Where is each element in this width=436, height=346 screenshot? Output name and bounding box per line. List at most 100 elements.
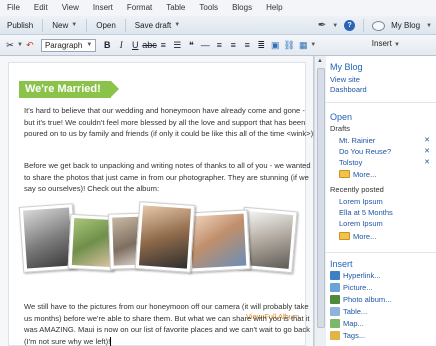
blog-selector[interactable]: My Blog [391,21,420,30]
open-button[interactable]: Open [89,17,123,34]
folder-icon [339,232,350,240]
insert-picture-icon[interactable]: ▣ [268,40,282,51]
delete-draft-icon[interactable]: ✕ [424,147,430,155]
save-draft-label: Save draft [134,20,172,30]
scroll-up-icon[interactable]: ▲ [317,58,323,64]
main-toolbar: Publish New ▼ Open Save draft ▼ ✒ ▼ ? My B… [0,16,436,35]
sidebar-divider [326,102,436,103]
menu-format[interactable]: Format [120,0,159,16]
sidebar-open-heading: Open [330,112,353,122]
toolbar-divider [124,18,126,32]
view-site-link[interactable]: View site [330,75,360,84]
chevron-down-icon[interactable]: ▼ [332,23,338,29]
bold-icon[interactable]: B [100,40,114,50]
editor-pane: We're Married! It's hard to believe that… [0,56,315,346]
hyperlink-icon [330,271,340,280]
cut-icon[interactable]: ✂ [3,40,17,51]
drafts-label: Drafts [330,124,351,133]
menu-help[interactable]: Help [259,0,289,16]
chevron-down-icon[interactable]: ▼ [310,42,316,48]
menu-file[interactable]: File [0,0,27,16]
draft-item-2[interactable]: Do You Reuse? [339,147,391,156]
menu-bar: File Edit View Insert Format Table Tools… [0,0,436,16]
recently-posted-label: Recently posted [330,185,384,194]
menu-insert[interactable]: Insert [86,0,120,16]
chevron-down-icon: ▼ [71,22,78,28]
map-icon [330,319,340,328]
insert-table-icon[interactable]: ▦ [296,40,310,51]
delete-draft-icon[interactable]: ✕ [424,158,430,166]
delete-draft-icon[interactable]: ✕ [424,136,430,144]
menu-table[interactable]: Table [159,0,192,16]
bullet-list-icon[interactable]: ☰ [170,40,184,51]
draft-item-3[interactable]: Tolstoy [339,158,362,167]
open-label: Open [96,20,116,30]
blockquote-icon[interactable]: ❝ [184,40,198,51]
menu-blogs[interactable]: Blogs [225,0,259,16]
pen-icon[interactable]: ✒ [318,20,326,31]
format-toolbar: ✂ ▼ ↶ Paragraph ▼ B I U abc ≡ ☰ ❝ — ≡ ≡ ≡… [0,35,436,56]
align-left-icon[interactable]: ≡ [212,40,226,50]
scroll-thumb[interactable] [317,68,325,328]
insert-map-link[interactable]: Map... [343,319,364,328]
album-photo-4 [134,201,196,273]
publish-label: Publish [7,20,34,30]
post-paragraph-2[interactable]: Before we get back to unpacking and writ… [24,160,316,195]
insert-table-link[interactable]: Table... [343,307,367,316]
more-recent-link[interactable]: More... [353,232,376,241]
new-button[interactable]: New ▼ [45,17,84,34]
menu-tools[interactable]: Tools [192,0,225,16]
publish-button[interactable]: Publish [0,17,40,34]
chevron-down-icon: ▼ [174,22,181,28]
draft-item-1[interactable]: Mt. Rainier [339,136,375,145]
insert-hyperlink-link[interactable]: Hyperlink... [343,271,381,280]
post-paragraph-1[interactable]: It's hard to believe that our wedding an… [24,105,316,140]
chevron-down-icon: ▼ [394,42,400,48]
recent-item-2[interactable]: Ella at 5 Months [339,208,393,217]
post-title[interactable]: We're Married! [19,81,119,98]
dashboard-link[interactable]: Dashboard [330,85,367,94]
menu-view[interactable]: View [55,0,86,16]
chevron-down-icon[interactable]: ▼ [426,23,432,29]
text-cursor [110,337,112,346]
paragraph-style-value: Paragraph [44,40,83,50]
horizontal-rule-icon[interactable]: — [198,40,212,50]
insert-dropdown[interactable]: Insert ▼ [372,39,400,48]
paragraph-style-select[interactable]: Paragraph ▼ [40,38,97,52]
sidebar-insert-heading: Insert [330,259,353,269]
align-center-icon[interactable]: ≡ [226,40,240,50]
toolbar-right-group: ✒ ▼ ? My Blog ▼ [318,16,432,35]
more-drafts-link[interactable]: More... [353,170,376,179]
insert-picture-link[interactable]: Picture... [343,283,373,292]
blog-bubble-icon [372,20,386,31]
recent-item-3[interactable]: Lorem Ipsum [339,219,383,228]
toolbar-divider [363,19,365,32]
save-draft-button[interactable]: Save draft ▼ [128,17,187,34]
undo-icon[interactable]: ↶ [23,40,37,51]
folder-icon [339,170,350,178]
album-photo-5 [185,209,251,273]
toolbar-divider [86,18,88,32]
picture-icon [330,283,340,292]
chevron-down-icon: ▼ [86,42,93,48]
insert-label: Insert [371,39,392,48]
post-page[interactable]: We're Married! It's hard to believe that… [8,62,315,346]
table-icon [330,307,340,316]
align-right-icon[interactable]: ≡ [240,40,254,50]
tags-icon [330,331,340,340]
numbered-list-icon[interactable]: ≡ [156,40,170,50]
underline-icon[interactable]: U [128,40,142,50]
menu-edit[interactable]: Edit [27,0,55,16]
justify-icon[interactable]: ≣ [254,40,268,51]
post-paragraph-3[interactable]: We still have to the pictures from our h… [24,301,316,346]
sidebar-blog-heading: My Blog [330,62,363,72]
help-icon[interactable]: ? [344,20,356,31]
strikethrough-icon[interactable]: abc [142,40,157,50]
recent-item-1[interactable]: Lorem Ipsum [339,197,383,206]
editor-scrollbar[interactable]: ▲ [314,56,326,346]
insert-tags-link[interactable]: Tags... [343,331,365,340]
insert-photo-album-link[interactable]: Photo album... [343,295,391,304]
italic-icon[interactable]: I [114,40,128,50]
insert-link-icon[interactable]: ⛓ [282,40,296,51]
photo-album-icon [330,295,340,304]
